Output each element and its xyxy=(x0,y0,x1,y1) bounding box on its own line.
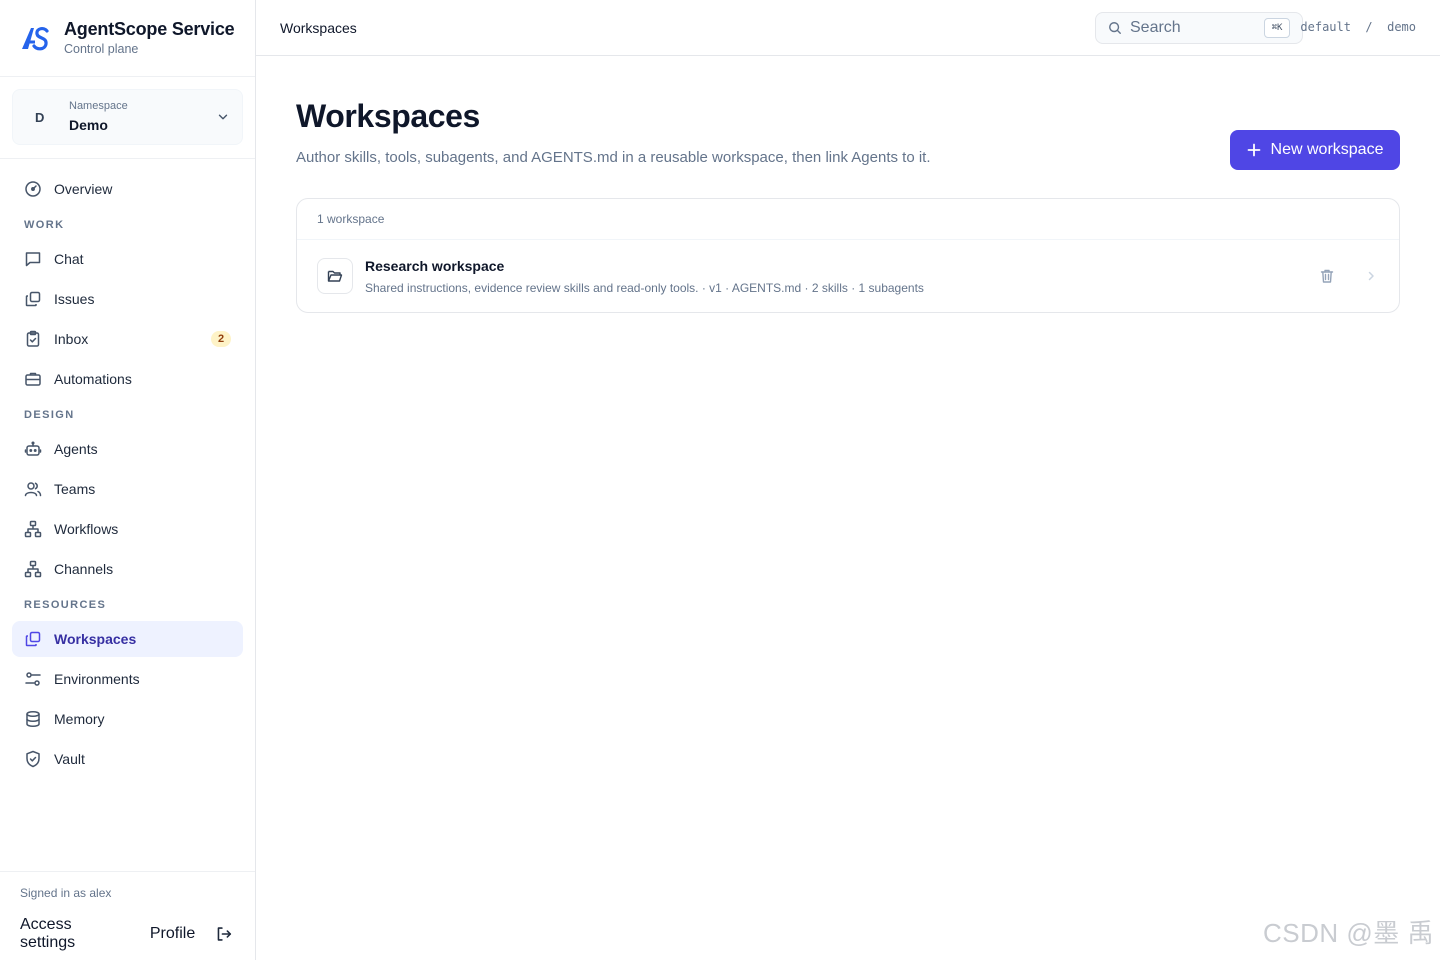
workflow-icon xyxy=(24,520,42,538)
sidebar-item-label: Environments xyxy=(54,671,140,687)
sidebar-item-overview[interactable]: Overview xyxy=(12,171,243,207)
new-workspace-label: New workspace xyxy=(1270,141,1384,158)
namespace-label: Namespace xyxy=(69,100,128,112)
brand: AgentScope Service Control plane xyxy=(0,0,255,77)
workspace-title: Research workspace xyxy=(365,257,505,274)
sidebar-item-label: Channels xyxy=(54,561,114,577)
page-title: Workspaces xyxy=(296,98,480,134)
brand-name: AgentScope Service xyxy=(64,19,235,39)
sidebar-footer: Signed in as alex Access settings Profil… xyxy=(0,871,255,960)
sidebar-item-workflows[interactable]: Workflows xyxy=(12,511,243,547)
chat-bubble-icon xyxy=(24,250,42,268)
search-placeholder: Search xyxy=(1130,19,1181,36)
search-icon xyxy=(1109,22,1121,34)
search-shortcut-key: ⌘K xyxy=(1264,18,1290,38)
section-work: WORK xyxy=(24,219,65,231)
workspace-list: 1 workspace Research workspace Shared in… xyxy=(296,198,1400,313)
sidebar-item-issues[interactable]: Issues xyxy=(12,281,243,317)
shield-check-icon xyxy=(24,750,42,768)
plus-icon xyxy=(1247,143,1260,157)
database-icon xyxy=(24,710,42,728)
namespace-selector[interactable]: D Namespace Demo xyxy=(12,89,243,145)
sidebar-item-vault[interactable]: Vault xyxy=(12,741,243,777)
chevron-right-icon xyxy=(1368,271,1374,281)
gauge-icon xyxy=(24,180,42,198)
page-description: Author skills, tools, subagents, and AGE… xyxy=(296,149,931,166)
copy-icon xyxy=(24,290,42,308)
topbar: Workspaces Search ⌘K default / demo xyxy=(256,0,1440,56)
sidebar-item-chat[interactable]: Chat xyxy=(12,241,243,277)
folder-open-icon xyxy=(317,258,353,294)
sidebar-item-label: Vault xyxy=(54,751,85,767)
network-icon xyxy=(24,560,42,578)
sidebar-item-automations[interactable]: Automations xyxy=(12,361,243,397)
logout-icon[interactable] xyxy=(215,925,233,943)
sidebar-item-teams[interactable]: Teams xyxy=(12,471,243,507)
brand-subtitle: Control plane xyxy=(64,42,139,56)
access-settings-link[interactable]: Access settings xyxy=(20,916,130,952)
sidebar-item-label: Workspaces xyxy=(54,631,137,647)
namespace-avatar: D xyxy=(35,109,45,125)
sidebar: AgentScope Service Control plane D Names… xyxy=(0,0,256,960)
users-icon xyxy=(24,480,42,498)
clipboard-check-icon xyxy=(24,330,42,348)
workspace-meta: Shared instructions, evidence review ski… xyxy=(365,280,924,295)
briefcase-icon xyxy=(24,370,42,388)
section-resources: RESOURCES xyxy=(24,599,107,611)
sliders-icon xyxy=(24,670,42,688)
copy-icon xyxy=(24,630,42,648)
sidebar-item-label: Chat xyxy=(54,251,84,267)
trash-icon[interactable] xyxy=(1319,268,1335,284)
sidebar-item-agents[interactable]: Agents xyxy=(12,431,243,467)
sidebar-item-channels[interactable]: Channels xyxy=(12,551,243,587)
profile-link[interactable]: Profile xyxy=(150,925,195,943)
sidebar-item-label: Issues xyxy=(54,291,95,307)
sidebar-item-label: Overview xyxy=(54,181,113,197)
sidebar-item-label: Inbox xyxy=(54,331,89,347)
sidebar-item-environments[interactable]: Environments xyxy=(12,661,243,697)
breadcrumb[interactable]: Workspaces xyxy=(280,20,357,36)
sidebar-item-inbox[interactable]: Inbox 2 xyxy=(12,321,243,357)
bot-icon xyxy=(24,440,42,458)
list-item[interactable]: Research workspace Shared instructions, … xyxy=(297,240,1399,312)
inbox-count-badge: 2 xyxy=(211,331,231,347)
chevron-down-icon xyxy=(218,114,228,120)
sidebar-item-memory[interactable]: Memory xyxy=(12,701,243,737)
search-input[interactable]: Search ⌘K xyxy=(1095,12,1303,44)
namespace-value: Demo xyxy=(69,117,108,133)
workspace-count: 1 workspace xyxy=(297,199,1399,240)
agentscope-logo-icon xyxy=(22,27,49,51)
sidebar-item-label: Teams xyxy=(54,481,96,497)
sidebar-item-label: Memory xyxy=(54,711,105,727)
sidebar-nav: Overview WORK Chat Issues Inbox 2 Automa… xyxy=(0,159,255,777)
section-design: DESIGN xyxy=(24,409,75,421)
sidebar-item-label: Automations xyxy=(54,371,132,387)
watermark: CSDN @墨 禹 xyxy=(1262,918,1434,948)
signed-in-text: Signed in as alex xyxy=(20,886,112,900)
sidebar-item-workspaces[interactable]: Workspaces xyxy=(12,621,243,657)
tenant-path: default / demo xyxy=(1300,20,1416,34)
sidebar-item-label: Workflows xyxy=(54,521,119,537)
sidebar-item-label: Agents xyxy=(54,441,98,457)
new-workspace-button[interactable]: New workspace xyxy=(1230,130,1400,170)
